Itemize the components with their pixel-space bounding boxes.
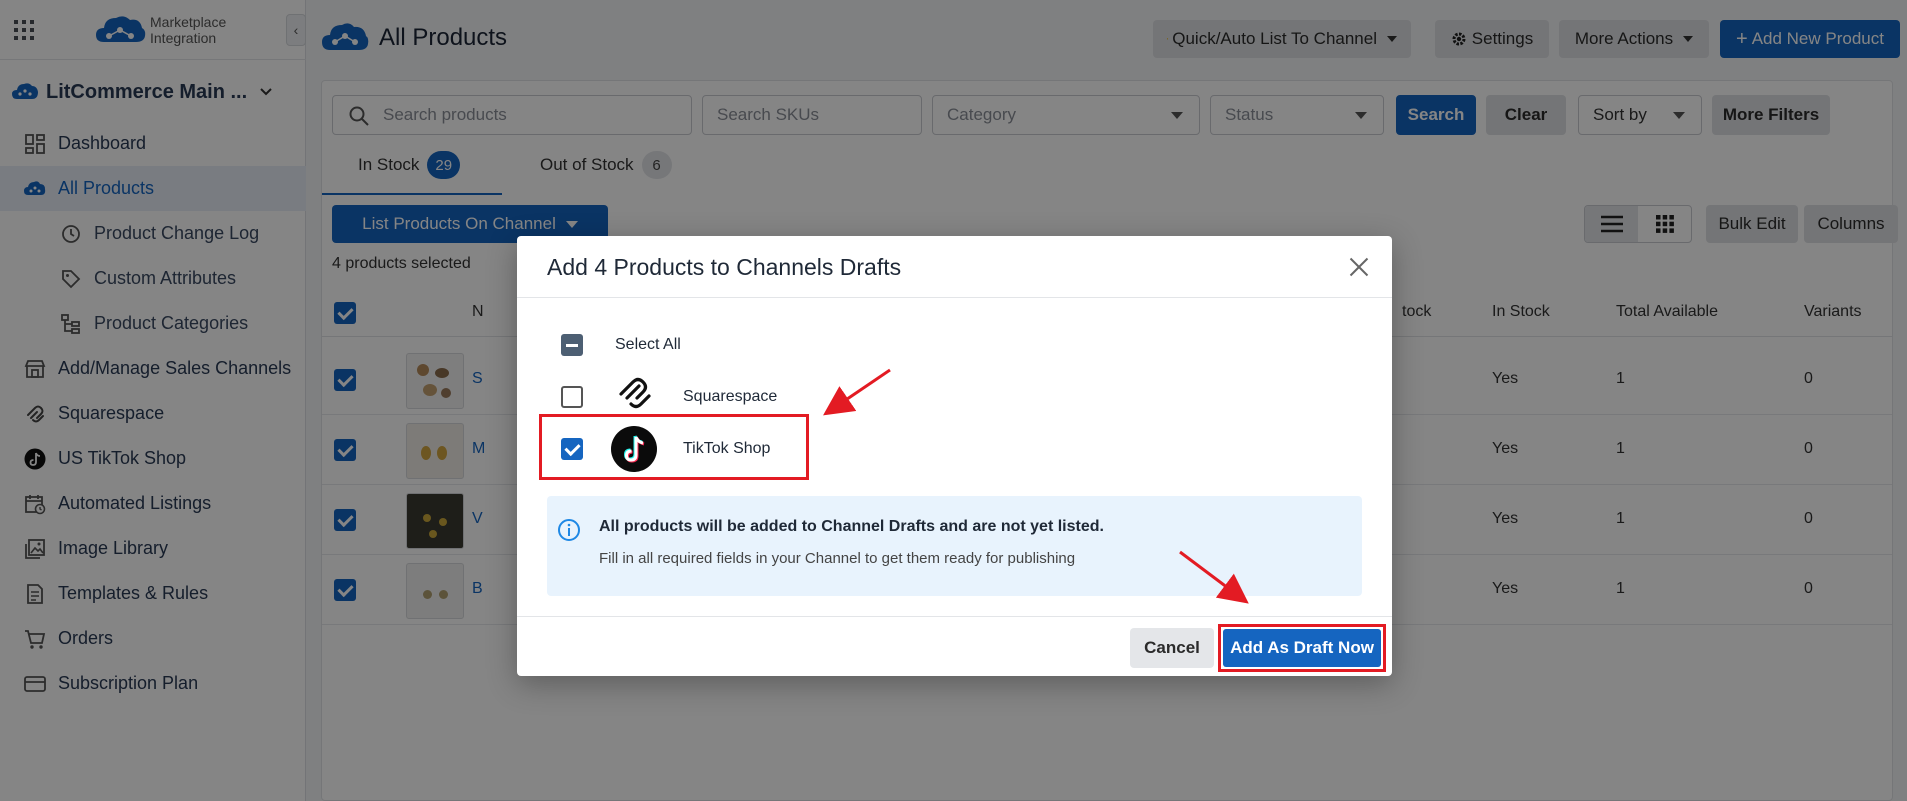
channel-label: Squarespace <box>683 388 778 405</box>
cancel-button[interactable]: Cancel <box>1130 628 1214 668</box>
add-as-draft-button[interactable]: Add As Draft Now <box>1223 629 1381 667</box>
select-all-label: Select All <box>615 336 681 353</box>
channel-checkbox[interactable] <box>561 386 583 408</box>
add-to-drafts-modal: Add 4 Products to Channels Drafts Select… <box>517 236 1392 676</box>
squarespace-logo-icon <box>619 377 651 409</box>
select-all-checkbox[interactable] <box>561 334 583 356</box>
annotation-highlight-tiktok <box>539 414 809 480</box>
modal-header: Add 4 Products to Channels Drafts <box>517 236 1392 298</box>
info-icon <box>558 519 580 541</box>
app-root: Marketplace Integration ‹ LitCommerce Ma… <box>0 0 1907 801</box>
info-subtitle: Fill in all required fields in your Chan… <box>599 550 1076 567</box>
info-title: All products will be added to Channel Dr… <box>599 518 1104 535</box>
close-icon[interactable] <box>1346 254 1372 280</box>
modal-title: Add 4 Products to Channels Drafts <box>547 254 902 280</box>
info-notice: All products will be added to Channel Dr… <box>547 496 1362 596</box>
